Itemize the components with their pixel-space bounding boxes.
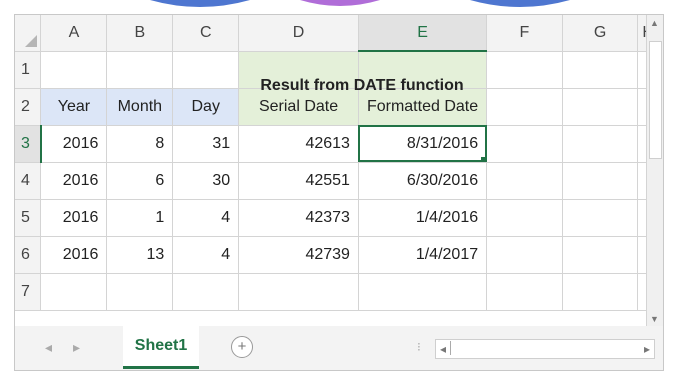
cell-b4[interactable]: 6 (106, 162, 174, 200)
cell-b7[interactable] (106, 273, 174, 311)
cell-f6[interactable] (486, 236, 563, 274)
column-header-d[interactable]: D (238, 15, 359, 52)
fill-handle[interactable] (481, 156, 486, 161)
cell-g1[interactable] (562, 51, 639, 89)
row-header-4[interactable]: 4 (15, 162, 42, 200)
cell-c5[interactable]: 4 (172, 199, 240, 237)
cell-d4[interactable]: 42551 (238, 162, 359, 200)
cell-d6[interactable]: 42739 (238, 236, 359, 274)
cell-d2[interactable]: Serial Date (238, 88, 359, 126)
scroll-down-icon[interactable]: ▼ (650, 314, 659, 324)
active-cell-e3[interactable]: 8/31/2016 (358, 125, 488, 163)
cell-c6[interactable]: 4 (172, 236, 240, 274)
column-header-a[interactable]: A (40, 15, 108, 52)
cell-d7[interactable] (238, 273, 359, 311)
cell-e3-value: 8/31/2016 (406, 134, 479, 152)
cell-c3[interactable]: 31 (172, 125, 240, 163)
cell-e1[interactable] (358, 51, 488, 89)
row-header-3[interactable]: 3 (15, 125, 42, 163)
select-all-corner[interactable] (15, 15, 42, 52)
cell-g3[interactable] (562, 125, 639, 163)
cell-a3[interactable]: 2016 (40, 125, 108, 163)
select-all-icon (25, 34, 38, 47)
cell-c2[interactable]: Day (172, 88, 240, 126)
vertical-scrollbar[interactable]: ▲ ▼ (646, 15, 663, 327)
cell-g6[interactable] (562, 236, 639, 274)
cell-a6[interactable]: 2016 (40, 236, 108, 274)
cell-g7[interactable] (562, 273, 639, 311)
cell-f3[interactable] (486, 125, 563, 163)
cell-a4[interactable]: 2016 (40, 162, 108, 200)
cell-e4[interactable]: 6/30/2016 (358, 162, 488, 200)
cell-g5[interactable] (562, 199, 639, 237)
column-header-c[interactable]: C (172, 15, 240, 52)
cell-c7[interactable] (172, 273, 240, 311)
column-header-b[interactable]: B (106, 15, 174, 52)
column-header-e[interactable]: E (358, 15, 488, 52)
cell-a7[interactable] (40, 273, 108, 311)
cell-f7[interactable] (486, 273, 563, 311)
cell-e7[interactable] (358, 273, 488, 311)
horizontal-scrollbar[interactable]: ◂ ▸ (435, 339, 655, 359)
cell-f1[interactable] (486, 51, 563, 89)
spreadsheet-grid[interactable]: A B C D E F G H 1 2 Year Month Day Seria… (14, 14, 664, 328)
column-header-g[interactable]: G (562, 15, 639, 52)
cell-b1[interactable] (106, 51, 174, 89)
cell-grid[interactable]: A B C D E F G H 1 2 Year Month Day Seria… (15, 15, 663, 311)
row-header-7[interactable]: 7 (15, 273, 42, 311)
cell-e2[interactable]: Formatted Date (358, 88, 488, 126)
tab-split-handle[interactable]: ⁝ (417, 340, 421, 354)
scroll-up-icon[interactable]: ▲ (650, 18, 659, 28)
scroll-right-icon[interactable]: ▸ (644, 340, 650, 358)
cell-e5[interactable]: 1/4/2016 (358, 199, 488, 237)
tab-sheet1[interactable]: Sheet1 (123, 326, 199, 369)
vertical-scroll-thumb[interactable] (649, 41, 662, 159)
cell-a2[interactable]: Year (40, 88, 108, 126)
cell-b5[interactable]: 1 (106, 199, 174, 237)
scroll-left-icon[interactable]: ◂ (440, 340, 446, 358)
row-header-6[interactable]: 6 (15, 236, 42, 274)
horizontal-scroll-thumb[interactable] (450, 341, 451, 355)
cell-f4[interactable] (486, 162, 563, 200)
cell-d1[interactable] (238, 51, 359, 89)
tab-scroll-left-icon[interactable]: ◂ (45, 339, 52, 356)
cell-d3[interactable]: 42613 (238, 125, 359, 163)
cell-b6[interactable]: 13 (106, 236, 174, 274)
cell-b2[interactable]: Month (106, 88, 174, 126)
cell-d5[interactable]: 42373 (238, 199, 359, 237)
cell-g4[interactable] (562, 162, 639, 200)
cell-f2[interactable] (486, 88, 563, 126)
cell-b3[interactable]: 8 (106, 125, 174, 163)
tab-scroll-right-icon[interactable]: ▸ (73, 339, 80, 356)
column-header-f[interactable]: F (486, 15, 563, 52)
cell-g2[interactable] (562, 88, 639, 126)
cell-a5[interactable]: 2016 (40, 199, 108, 237)
sheet-tab-bar: ◂ ▸ Sheet1 + ⁝ ◂ ▸ (14, 326, 664, 371)
cell-c4[interactable]: 30 (172, 162, 240, 200)
cell-e6[interactable]: 1/4/2017 (358, 236, 488, 274)
cell-c1[interactable] (172, 51, 240, 89)
row-header-5[interactable]: 5 (15, 199, 42, 237)
add-sheet-button[interactable]: + (231, 336, 253, 358)
row-header-1[interactable]: 1 (15, 51, 42, 89)
row-header-2[interactable]: 2 (15, 88, 42, 126)
cell-f5[interactable] (486, 199, 563, 237)
cell-a1[interactable] (40, 51, 108, 89)
